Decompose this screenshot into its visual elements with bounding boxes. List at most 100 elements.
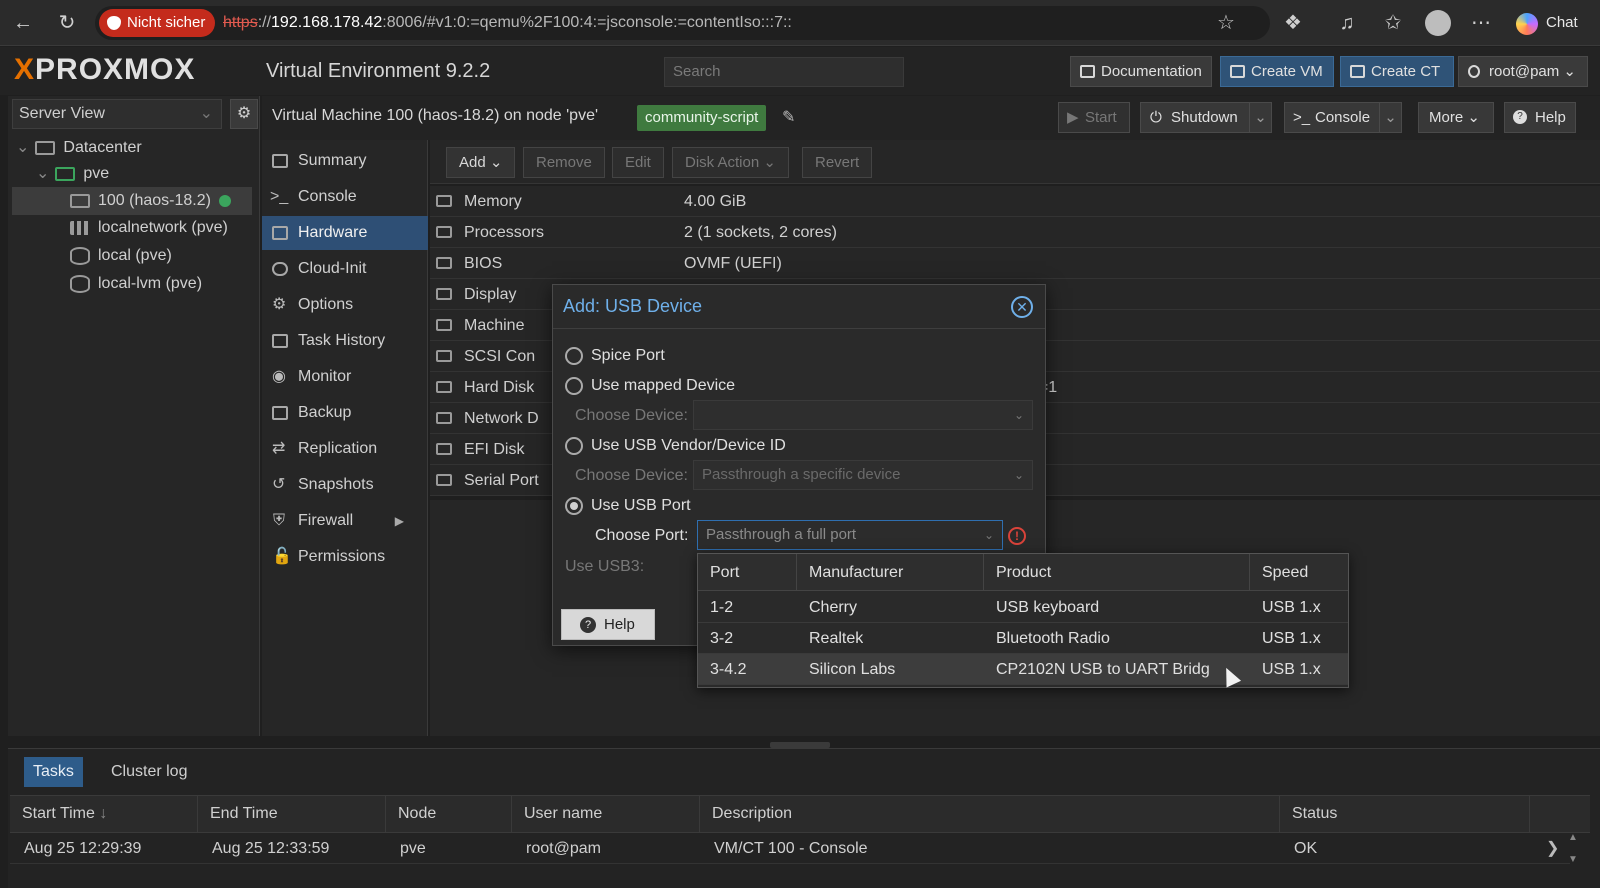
retweet-icon: ⇄ bbox=[272, 440, 286, 457]
media-icon[interactable]: ♫ bbox=[1334, 10, 1360, 36]
favorites-icon[interactable]: ✩ bbox=[1380, 10, 1406, 36]
start-button[interactable]: ▶ Start bbox=[1058, 102, 1130, 133]
gear-icon[interactable]: ⚙ bbox=[230, 99, 258, 129]
nav-firewall[interactable]: ⛨ Firewall ▶ bbox=[262, 504, 428, 538]
vendor-device-select[interactable]: Passthrough a specific device ⌄ bbox=[693, 460, 1033, 490]
column-speed[interactable]: Speed bbox=[1250, 554, 1348, 591]
table-row[interactable]: Processors 2 (1 sockets, 2 cores) bbox=[430, 217, 1600, 248]
profile-icon[interactable] bbox=[1425, 10, 1451, 36]
monitor-icon bbox=[272, 226, 288, 240]
favorite-star-icon[interactable]: ☆ bbox=[1213, 10, 1239, 36]
product-version: Virtual Environment 9.2.2 bbox=[266, 60, 491, 82]
more-icon[interactable]: ⋯ bbox=[1468, 10, 1494, 36]
cloud-icon bbox=[272, 262, 288, 276]
nav-permissions[interactable]: 🔓 Permissions bbox=[262, 540, 428, 574]
tree-item-localnetwork[interactable]: localnetwork (pve) bbox=[70, 214, 228, 242]
open-task-icon[interactable]: ❯ bbox=[1546, 833, 1559, 864]
user-menu-button[interactable]: root@pam ⌄ bbox=[1458, 56, 1588, 87]
dialog-help-button[interactable]: ? Help bbox=[561, 609, 655, 640]
storage-icon bbox=[70, 246, 90, 265]
search-input[interactable]: Search bbox=[664, 57, 904, 87]
help-button[interactable]: ? Help bbox=[1504, 102, 1576, 133]
running-status-icon bbox=[218, 194, 231, 207]
column-port[interactable]: Port bbox=[698, 554, 797, 591]
more-button[interactable]: More ⌄ bbox=[1418, 102, 1494, 133]
vm-icon bbox=[70, 193, 90, 208]
column-start-time[interactable]: Start Time ↓ bbox=[10, 796, 198, 832]
radio-button-checked-icon bbox=[565, 497, 583, 515]
column-end-time[interactable]: End Time bbox=[198, 796, 386, 832]
mapped-device-select[interactable]: ⌄ bbox=[693, 400, 1033, 430]
table-row[interactable]: BIOS OVMF (UEFI) bbox=[430, 248, 1600, 279]
scrollbar[interactable]: ▲ ▼ bbox=[1566, 832, 1580, 882]
tree-item-datacenter[interactable]: ⌄ Datacenter bbox=[16, 134, 142, 162]
add-button[interactable]: Add ⌄ bbox=[446, 147, 516, 178]
column-description[interactable]: Description bbox=[700, 796, 1280, 832]
nav-cloud-init[interactable]: Cloud-Init bbox=[262, 252, 428, 286]
choose-device-label: Choose Device: bbox=[575, 467, 688, 484]
radio-spice-port[interactable]: Spice Port bbox=[565, 343, 665, 369]
usb-port-select[interactable]: Passthrough a full port ⌄ bbox=[697, 520, 1003, 550]
table-row[interactable]: Memory 4.00 GiB bbox=[430, 186, 1600, 217]
tree-item-local-lvm[interactable]: local-lvm (pve) bbox=[70, 270, 202, 298]
power-icon: ⏻ bbox=[1150, 109, 1162, 126]
nav-replication[interactable]: ⇄ Replication bbox=[262, 432, 428, 466]
nav-backup[interactable]: Backup bbox=[262, 396, 428, 430]
radio-vendor-device-id[interactable]: Use USB Vendor/Device ID bbox=[565, 433, 786, 459]
disk-action-button[interactable]: Disk Action ⌄ bbox=[672, 147, 789, 178]
address-bar[interactable]: Nicht sicher https://192.168.178.42:8006… bbox=[95, 6, 1270, 40]
column-manufacturer[interactable]: Manufacturer bbox=[797, 554, 984, 591]
tree-item-vm-100[interactable]: 100 (haos-18.2) bbox=[12, 187, 252, 215]
port-list-item[interactable]: 1-2 Cherry USB keyboard USB 1.x bbox=[698, 592, 1348, 623]
column-status[interactable]: Status bbox=[1280, 796, 1530, 832]
monitor-icon bbox=[1230, 65, 1245, 78]
proxmox-logo: XPROXMOX bbox=[14, 53, 196, 86]
tree-item-node-pve[interactable]: ⌄ pve bbox=[36, 160, 109, 188]
edit-button[interactable]: Edit bbox=[612, 147, 664, 178]
port-list-item[interactable]: 3-2 Realtek Bluetooth Radio USB 1.x bbox=[698, 623, 1348, 654]
close-icon[interactable]: ✕ bbox=[1011, 296, 1033, 318]
column-product[interactable]: Product bbox=[984, 554, 1250, 591]
tag-badge[interactable]: community-script bbox=[637, 105, 767, 131]
history-icon: ↺ bbox=[272, 476, 286, 493]
nav-hardware[interactable]: Hardware bbox=[262, 216, 428, 250]
nav-console[interactable]: >_ Console bbox=[262, 180, 428, 214]
column-user-name[interactable]: User name bbox=[512, 796, 700, 832]
nav-task-history[interactable]: Task History bbox=[262, 324, 428, 358]
radio-usb-port[interactable]: Use USB Port bbox=[565, 493, 691, 519]
shield-icon: ⛨ bbox=[273, 512, 286, 529]
shutdown-button[interactable]: ⏻ Shutdown ⌄ bbox=[1140, 102, 1272, 133]
cube-icon bbox=[1350, 65, 1365, 78]
console-button[interactable]: >_ Console ⌄ bbox=[1284, 102, 1402, 133]
cpu-icon bbox=[436, 226, 452, 238]
radio-mapped-device[interactable]: Use mapped Device bbox=[565, 373, 735, 399]
remove-button[interactable]: Remove bbox=[523, 147, 605, 178]
terminal-icon: >_ bbox=[270, 188, 289, 205]
nav-snapshots[interactable]: ↺ Snapshots bbox=[262, 468, 428, 502]
hdd-icon bbox=[436, 443, 452, 455]
nav-options[interactable]: ⚙ Options bbox=[262, 288, 428, 322]
tab-cluster-log[interactable]: Cluster log bbox=[102, 757, 196, 787]
radio-button-icon bbox=[565, 437, 583, 455]
port-list-item[interactable]: 3-4.2 Silicon Labs CP2102N USB to UART B… bbox=[698, 654, 1348, 685]
tree-item-local-storage[interactable]: local (pve) bbox=[70, 242, 172, 270]
column-node[interactable]: Node bbox=[386, 796, 512, 832]
not-secure-badge[interactable]: Nicht sicher bbox=[99, 9, 216, 37]
nav-monitor[interactable]: ◉ Monitor bbox=[262, 360, 428, 394]
extensions-icon[interactable]: ❖ bbox=[1280, 10, 1306, 36]
copilot-chat-button[interactable]: Chat bbox=[1512, 6, 1596, 40]
edit-tags-icon[interactable]: ✎ bbox=[782, 107, 795, 127]
documentation-button[interactable]: Documentation bbox=[1070, 56, 1212, 87]
view-select[interactable]: Server View ⌄ bbox=[12, 99, 222, 129]
submenu-arrow-icon: ▶ bbox=[394, 514, 404, 528]
table-row[interactable]: Aug 25 12:29:39 Aug 25 12:33:59 pve root… bbox=[10, 833, 1570, 864]
reload-icon[interactable]: ↻ bbox=[54, 10, 80, 36]
display-icon bbox=[436, 288, 452, 300]
create-ct-button[interactable]: Create CT bbox=[1340, 56, 1454, 87]
revert-button[interactable]: Revert bbox=[802, 147, 873, 178]
back-icon[interactable]: ← bbox=[10, 10, 36, 36]
nav-summary[interactable]: Summary bbox=[262, 144, 428, 178]
tab-tasks[interactable]: Tasks bbox=[24, 757, 83, 787]
create-vm-button[interactable]: Create VM bbox=[1220, 56, 1334, 87]
choose-port-label: Choose Port: bbox=[595, 527, 689, 544]
